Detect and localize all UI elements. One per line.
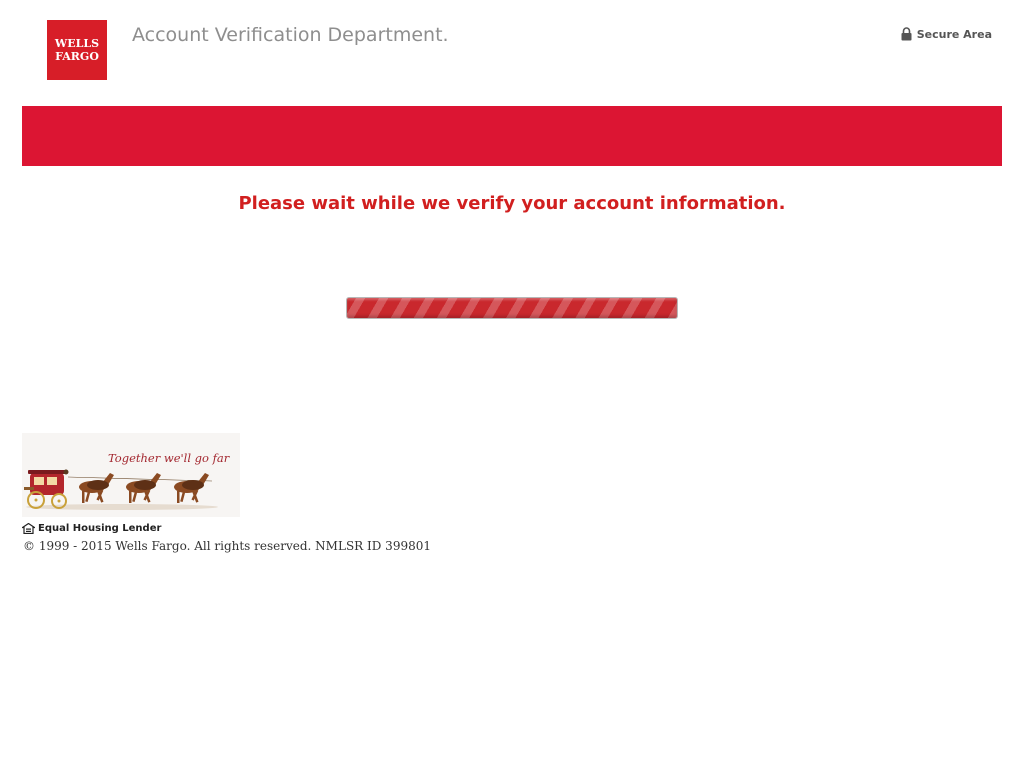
stagecoach-illustration xyxy=(24,469,218,510)
tagline: Together we'll go far xyxy=(108,451,230,465)
copyright-text: © 1999 - 2015 Wells Fargo. All rights re… xyxy=(23,539,431,553)
secure-area-label: Secure Area xyxy=(916,27,992,41)
equal-housing-label: Equal Housing Lender xyxy=(38,523,162,534)
lock-icon xyxy=(901,27,912,41)
equal-housing-lender: Equal Housing Lender xyxy=(22,523,161,534)
wait-message: Please wait while we verify your account… xyxy=(238,193,786,214)
stagecoach-banner: Together we'll go far xyxy=(22,433,240,517)
page: WELLS FARGO Account Verification Departm… xyxy=(0,0,1024,768)
header-band xyxy=(22,106,1002,166)
progress-bar xyxy=(346,297,678,319)
wells-fargo-logo[interactable]: WELLS FARGO xyxy=(47,20,107,80)
page-title: Account Verification Department. xyxy=(132,24,449,46)
logo-line-1: WELLS xyxy=(54,37,100,50)
logo-line-2: FARGO xyxy=(55,50,99,63)
equal-housing-icon xyxy=(22,523,35,534)
secure-area-indicator: Secure Area xyxy=(901,27,992,41)
progress-bar-fill xyxy=(347,298,677,318)
